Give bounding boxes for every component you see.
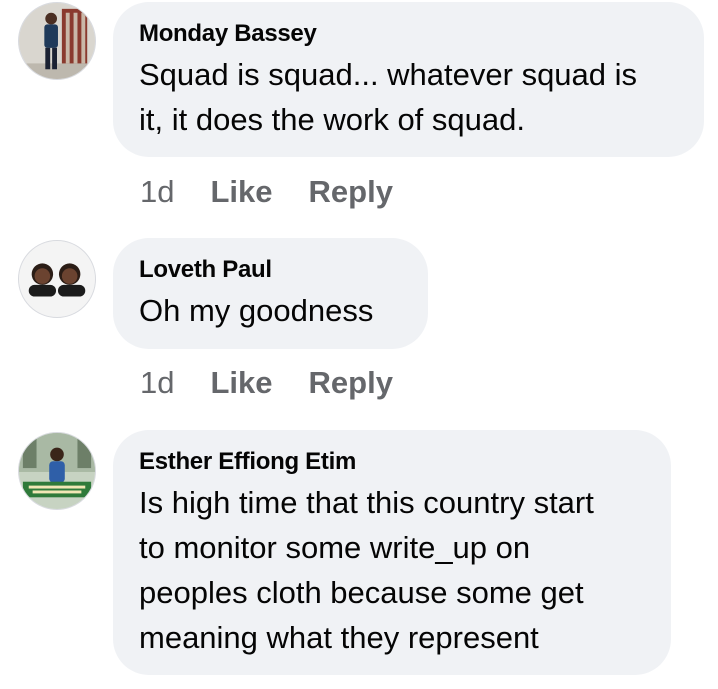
like-button[interactable]: Like (210, 365, 272, 401)
avatar-photo (19, 433, 95, 509)
comment-bubble: Esther Effiong Etim Is high time that th… (113, 430, 671, 675)
avatar-photo (19, 241, 95, 317)
avatar[interactable] (18, 2, 96, 80)
avatar[interactable] (18, 432, 96, 510)
comment-author[interactable]: Esther Effiong Etim (139, 448, 645, 476)
comment-text: Squad is squad... whatever squad is it, … (139, 57, 638, 137)
comment-timestamp[interactable]: 1d (140, 174, 174, 210)
avatar[interactable] (18, 240, 96, 318)
comment-timestamp[interactable]: 1d (140, 365, 174, 401)
comment-bubble: Monday Bassey Squad is squad... whatever… (113, 2, 704, 157)
comment-author[interactable]: Monday Bassey (139, 20, 678, 48)
comment-actions: 1d Like Reply (140, 174, 393, 210)
comment-bubble: Loveth Paul Oh my goodness (113, 238, 428, 349)
avatar-photo (19, 3, 95, 79)
comment-actions: 1d Like Reply (140, 365, 393, 401)
like-button[interactable]: Like (210, 174, 272, 210)
comment-text: Is high time that this country start to … (139, 485, 594, 655)
comment-text: Oh my goodness (139, 293, 374, 328)
comment-author[interactable]: Loveth Paul (139, 256, 402, 284)
reply-button[interactable]: Reply (309, 365, 393, 401)
reply-button[interactable]: Reply (309, 174, 393, 210)
